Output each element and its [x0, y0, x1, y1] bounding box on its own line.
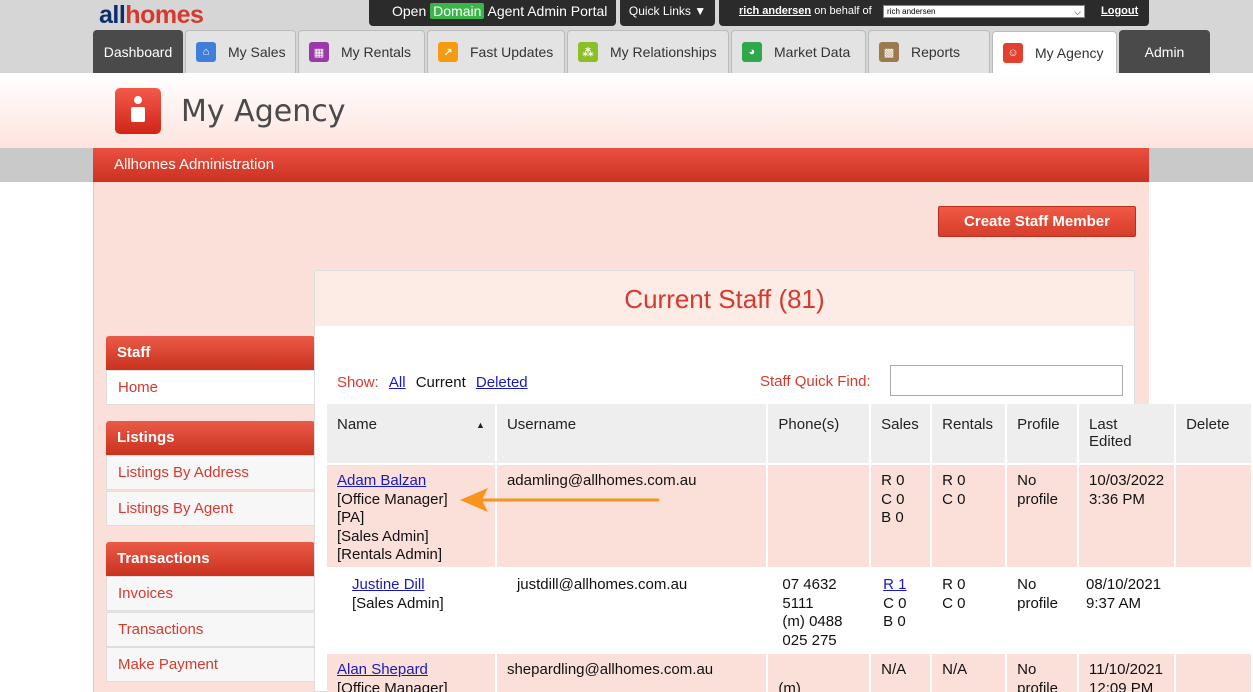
- column-header-phones: Phone(s): [767, 404, 872, 464]
- profile-cell: No profile: [1006, 652, 1080, 692]
- chevron-down-icon: ⌵: [1074, 7, 1081, 17]
- tab-my-agency[interactable]: ☺ My Agency: [992, 31, 1117, 73]
- column-header-sales: Sales: [870, 404, 933, 464]
- logout-link[interactable]: Logout: [1101, 0, 1138, 22]
- report-box-icon: ▩: [879, 42, 899, 62]
- phones-cell: (m): [767, 652, 872, 692]
- staff-name-link[interactable]: Justine Dill: [352, 576, 425, 593]
- tab-my-relationships[interactable]: ⁂ My Relationships: [567, 30, 729, 73]
- rentals-cell: R 0C 0: [931, 567, 1008, 653]
- profile-cell: No profile: [1006, 463, 1080, 568]
- open-domain-portal-link[interactable]: Open Domain Agent Admin Portal: [369, 0, 616, 26]
- show-all-link[interactable]: All: [389, 374, 406, 391]
- house-icon: ⌂: [196, 42, 216, 62]
- tab-fast-updates[interactable]: ↗ Fast Updates: [427, 30, 565, 73]
- on-behalf-select[interactable]: rich andersen ⌵: [883, 5, 1085, 18]
- table-row: Adam Balzan [Office Manager] [PA] [Sales…: [327, 463, 1253, 568]
- username-cell: justdill@allhomes.com.au: [495, 567, 769, 653]
- tab-admin[interactable]: Admin: [1119, 30, 1210, 73]
- staff-quick-find-label: Staff Quick Find:: [760, 373, 871, 390]
- sidebar-item-make-payment[interactable]: Make Payment: [106, 647, 315, 682]
- sidebar-heading-staff: Staff: [106, 336, 315, 370]
- tab-my-sales[interactable]: ⌂ My Sales: [185, 30, 296, 73]
- quick-links-dropdown[interactable]: Quick Links ▼: [620, 0, 715, 26]
- page-title: My Agency: [181, 94, 346, 129]
- tab-my-rentals[interactable]: ▦ My Rentals: [298, 30, 425, 73]
- tab-market-data[interactable]: ◕ Market Data: [731, 30, 866, 73]
- column-header-username: Username: [495, 404, 769, 464]
- show-current-label: Current: [415, 374, 466, 391]
- show-filter: Show: All Current Deleted: [337, 374, 528, 391]
- staff-name-link[interactable]: Alan Shepard: [337, 661, 428, 678]
- delete-cell: [1175, 463, 1253, 568]
- runner-icon: ↗: [438, 42, 458, 62]
- allhomes-logo[interactable]: allhomes: [99, 1, 204, 30]
- create-staff-member-button[interactable]: Create Staff Member: [938, 206, 1136, 237]
- user-name-link[interactable]: rich andersen: [739, 5, 811, 17]
- annotation-arrow-icon: [460, 488, 660, 512]
- staff-title: Current Staff (81): [624, 284, 825, 314]
- last-edited-cell: 10/03/2022 3:36 PM: [1078, 463, 1177, 568]
- phones-cell: [767, 463, 872, 568]
- column-header-last-edited: Last Edited: [1078, 404, 1177, 464]
- domain-badge: Domain: [430, 3, 485, 19]
- people-icon: ⁂: [578, 42, 598, 62]
- admin-bar: Allhomes Administration: [93, 148, 1149, 182]
- tab-reports[interactable]: ▩ Reports: [868, 30, 990, 73]
- column-header-rentals: Rentals: [931, 404, 1008, 464]
- table-row: Alan Shepard [Office Manager] shepardlin…: [327, 652, 1253, 692]
- building-icon: ▦: [309, 42, 329, 62]
- sidebar-heading-listings: Listings: [106, 421, 315, 455]
- sidebar-item-listings-by-agent[interactable]: Listings By Agent: [106, 491, 315, 526]
- column-header-profile: Profile: [1006, 404, 1080, 464]
- sidebar-heading-transactions: Transactions: [106, 542, 315, 576]
- last-edited-cell: 11/10/2021 12:09 PM: [1078, 652, 1177, 692]
- rentals-cell: N/A: [931, 652, 1008, 692]
- sidebar-item-invoices[interactable]: Invoices: [106, 576, 315, 611]
- delete-cell: [1175, 567, 1253, 653]
- sidebar-item-home[interactable]: Home: [106, 370, 315, 405]
- username-cell: shepardling@allhomes.com.au: [495, 652, 769, 692]
- delete-cell: [1175, 652, 1253, 692]
- staff-table: Name ▲ Username Phone(s) Sales Rentals Pr…: [327, 404, 1253, 692]
- profile-cell: No profile: [1006, 567, 1080, 653]
- user-box: rich andersen on behalf of rich andersen…: [719, 0, 1149, 26]
- sales-cell: R 1C 0B 0: [870, 567, 933, 653]
- username-cell: adamling@allhomes.com.au: [495, 463, 769, 568]
- last-edited-cell: 08/10/2021 9:37 AM: [1078, 567, 1177, 653]
- on-behalf-label: on behalf of: [811, 5, 872, 17]
- person-icon: ☺: [1003, 42, 1023, 63]
- column-header-delete: Delete: [1175, 404, 1253, 464]
- sort-ascending-icon: ▲: [476, 420, 485, 430]
- sales-r-link[interactable]: R 1: [883, 576, 906, 593]
- sales-cell: N/A: [870, 652, 933, 692]
- rentals-cell: R 0C 0: [931, 463, 1008, 568]
- sidebar-item-listings-by-address[interactable]: Listings By Address: [106, 455, 315, 490]
- agency-person-icon: [115, 88, 161, 134]
- column-header-name[interactable]: Name ▲: [327, 404, 497, 464]
- sidebar-item-transactions[interactable]: Transactions: [106, 612, 315, 647]
- tab-dashboard[interactable]: Dashboard: [93, 30, 183, 73]
- phones-cell: 07 4632 5111 (m) 0488 025 275: [767, 567, 872, 653]
- pie-chart-icon: ◕: [742, 42, 762, 62]
- staff-quick-find-input[interactable]: [890, 365, 1123, 396]
- staff-name-link[interactable]: Adam Balzan: [337, 472, 426, 489]
- table-row: Justine Dill [Sales Admin] justdill@allh…: [327, 567, 1253, 653]
- show-deleted-link[interactable]: Deleted: [476, 374, 528, 391]
- sales-cell: R 0C 0B 0: [870, 463, 933, 568]
